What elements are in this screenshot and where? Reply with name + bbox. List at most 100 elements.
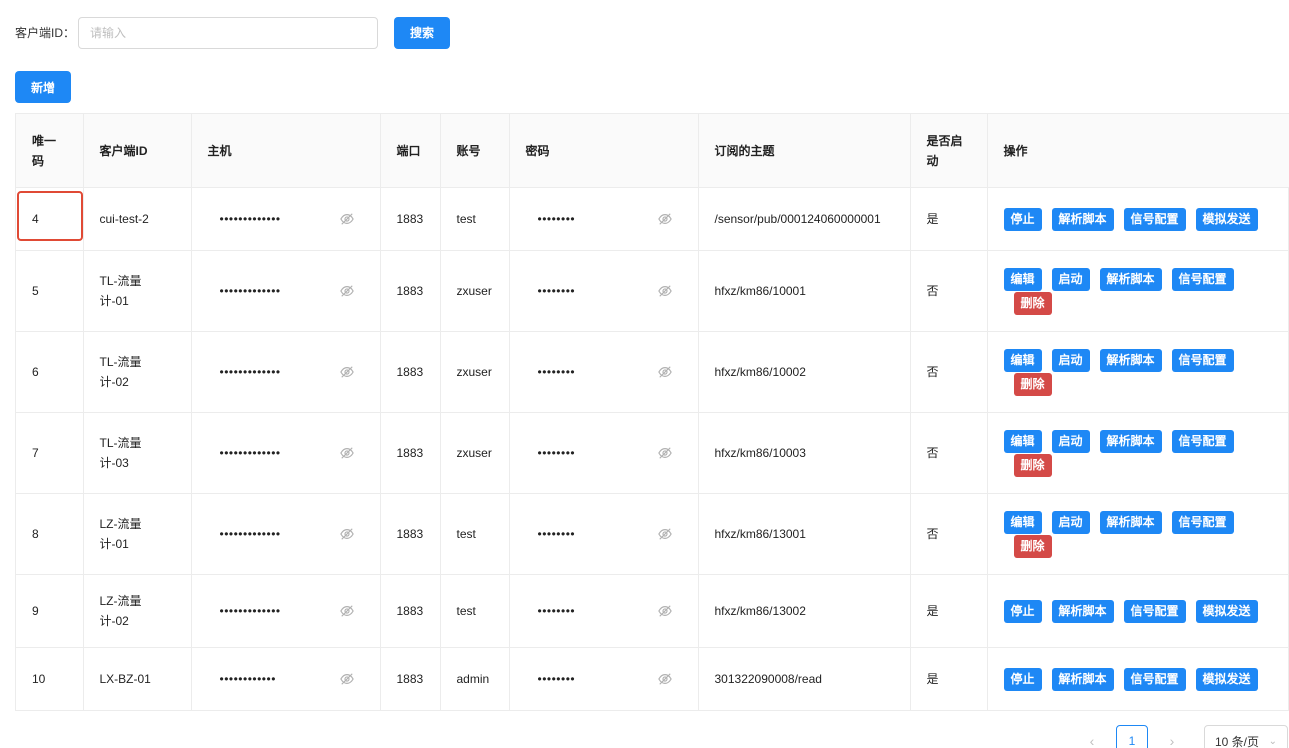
port: 1883: [396, 284, 424, 298]
client-id-search-input[interactable]: [78, 16, 379, 49]
col-account-header: 账号: [440, 113, 510, 188]
signal-config-button[interactable]: 信号配置: [1171, 510, 1234, 534]
stop-button[interactable]: 停止: [1003, 667, 1042, 691]
parse-script-button[interactable]: 解析脚本: [1099, 267, 1162, 291]
eye-off-icon[interactable]: [339, 284, 354, 298]
parse-script-button[interactable]: 解析脚本: [1099, 348, 1162, 372]
password-field: ••••••••: [526, 524, 682, 544]
unique-code: 10: [32, 672, 46, 686]
host-masked: •••••••••••••: [219, 212, 281, 226]
eye-off-icon[interactable]: [339, 446, 354, 460]
signal-config-button[interactable]: 信号配置: [1123, 207, 1186, 231]
page-number-button[interactable]: 1: [1116, 725, 1148, 748]
start-button[interactable]: 启动: [1051, 510, 1090, 534]
client-table: 唯一码 客户端ID 主机 端口 账号 密码 订阅的主题 是否启动 操作 4 cui-test-2 •…: [15, 113, 1289, 711]
edit-button[interactable]: 编辑: [1003, 510, 1042, 534]
host-field: •••••••••••••: [208, 209, 364, 229]
password-masked: ••••••••: [537, 604, 576, 618]
host-masked: ••••••••••••: [219, 672, 276, 686]
eye-off-icon[interactable]: [657, 365, 672, 379]
chevron-down-icon: ⌄: [1268, 735, 1277, 747]
account: zxuser: [456, 446, 492, 460]
enabled-status: 否: [926, 284, 939, 298]
col-topic-header: 订阅的主题: [698, 113, 911, 188]
parse-script-button[interactable]: 解析脚本: [1099, 510, 1162, 534]
signal-config-button[interactable]: 信号配置: [1171, 348, 1234, 372]
password-field: ••••••••: [526, 669, 682, 689]
start-button[interactable]: 启动: [1051, 429, 1090, 453]
parse-script-button[interactable]: 解析脚本: [1099, 429, 1162, 453]
table-row: 4 cui-test-2 ••••••••••••• 1883 test ••••••••…: [16, 187, 1289, 251]
client-id: cui-test-2: [99, 212, 149, 226]
stop-button[interactable]: 停止: [1003, 599, 1042, 623]
password-masked: ••••••••: [537, 212, 576, 226]
page-size-value: 10 条/页: [1215, 734, 1260, 748]
unique-code: 9: [32, 604, 39, 618]
host-field: •••••••••••••: [208, 524, 364, 544]
password-field: ••••••••: [526, 362, 682, 382]
row-actions: 编辑 启动 解析脚本 信号配置删除: [1003, 348, 1274, 396]
eye-off-icon[interactable]: [657, 284, 672, 298]
search-button[interactable]: 搜索: [394, 16, 451, 49]
eye-off-icon[interactable]: [339, 604, 354, 618]
col-password-header: 密码: [509, 113, 699, 188]
eye-off-icon[interactable]: [657, 672, 672, 686]
eye-off-icon[interactable]: [339, 212, 354, 226]
client-id: LZ-流量计-01: [99, 517, 142, 551]
topic: hfxz/km86/10002: [714, 365, 806, 379]
col-port-header: 端口: [380, 113, 441, 188]
host-masked: •••••••••••••: [219, 365, 281, 379]
simulate-send-button[interactable]: 模拟发送: [1195, 207, 1258, 231]
add-button[interactable]: 新增: [15, 71, 71, 103]
eye-off-icon[interactable]: [657, 446, 672, 460]
topic: hfxz/km86/13002: [714, 604, 806, 618]
password-field: ••••••••: [526, 601, 682, 621]
parse-script-button[interactable]: 解析脚本: [1051, 667, 1114, 691]
eye-off-icon[interactable]: [657, 604, 672, 618]
edit-button[interactable]: 编辑: [1003, 267, 1042, 291]
password-field: ••••••••: [526, 209, 682, 229]
enabled-status: 否: [926, 527, 939, 541]
eye-off-icon[interactable]: [339, 672, 354, 686]
unique-code: 7: [32, 446, 39, 460]
row-actions: 停止 解析脚本 信号配置 模拟发送: [1003, 599, 1274, 623]
edit-button[interactable]: 编辑: [1003, 348, 1042, 372]
signal-config-button[interactable]: 信号配置: [1123, 667, 1186, 691]
table-row: 8 LZ-流量计-01 ••••••••••••• 1883 test •••••••• h…: [16, 493, 1289, 575]
signal-config-button[interactable]: 信号配置: [1171, 267, 1234, 291]
table-row: 7 TL-流量计-03 ••••••••••••• 1883 zxuser •••••••…: [16, 412, 1289, 494]
delete-button[interactable]: 删除: [1013, 372, 1052, 396]
parse-script-button[interactable]: 解析脚本: [1051, 207, 1114, 231]
port: 1883: [396, 212, 424, 226]
eye-off-icon[interactable]: [339, 365, 354, 379]
chevron-right-icon[interactable]: ›: [1160, 733, 1184, 748]
page-size-select[interactable]: 10 条/页 ⌄: [1204, 725, 1288, 748]
password-masked: ••••••••: [537, 446, 576, 460]
delete-button[interactable]: 删除: [1013, 534, 1052, 558]
host-masked: •••••••••••••: [219, 604, 281, 618]
eye-off-icon[interactable]: [657, 212, 672, 226]
col-host-header: 主机: [191, 113, 381, 188]
row-actions: 编辑 启动 解析脚本 信号配置删除: [1003, 267, 1274, 315]
simulate-send-button[interactable]: 模拟发送: [1195, 599, 1258, 623]
stop-button[interactable]: 停止: [1003, 207, 1042, 231]
simulate-send-button[interactable]: 模拟发送: [1195, 667, 1258, 691]
signal-config-button[interactable]: 信号配置: [1171, 429, 1234, 453]
host-masked: •••••••••••••: [219, 527, 281, 541]
port: 1883: [396, 672, 424, 686]
password-field: ••••••••: [526, 443, 682, 463]
start-button[interactable]: 启动: [1051, 348, 1090, 372]
delete-button[interactable]: 删除: [1013, 291, 1052, 315]
edit-button[interactable]: 编辑: [1003, 429, 1042, 453]
eye-off-icon[interactable]: [657, 527, 672, 541]
enabled-status: 是: [926, 212, 939, 226]
col-actions-header: 操作: [987, 113, 1289, 188]
parse-script-button[interactable]: 解析脚本: [1051, 599, 1114, 623]
eye-off-icon[interactable]: [339, 527, 354, 541]
host-field: •••••••••••••: [208, 281, 364, 301]
signal-config-button[interactable]: 信号配置: [1123, 599, 1186, 623]
start-button[interactable]: 启动: [1051, 267, 1090, 291]
chevron-left-icon[interactable]: ‹: [1080, 733, 1104, 748]
table-row: 10 LX-BZ-01 •••••••••••• 1883 admin •••••••• 3…: [16, 647, 1289, 711]
delete-button[interactable]: 删除: [1013, 453, 1052, 477]
